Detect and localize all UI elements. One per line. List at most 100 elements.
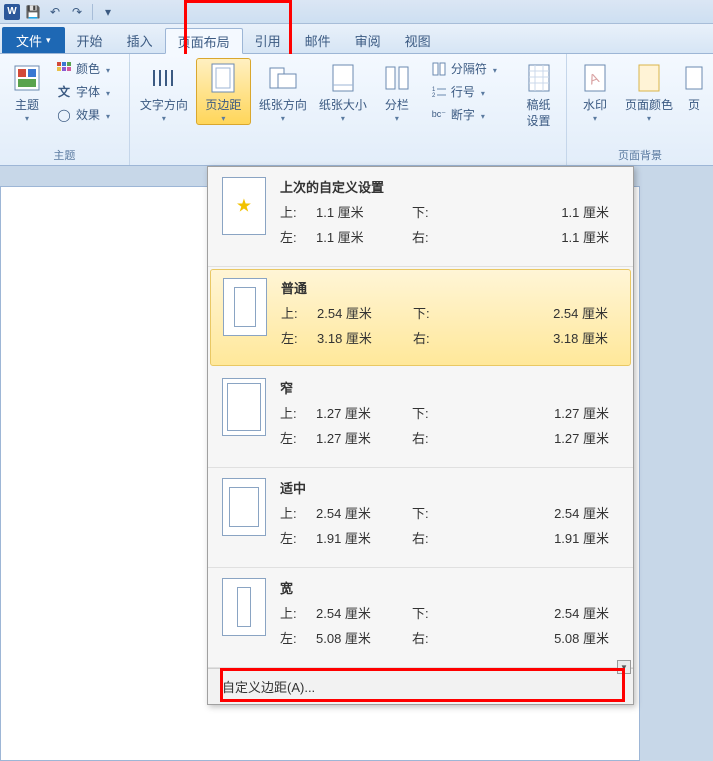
chevron-down-icon	[647, 114, 651, 124]
right-value: 1.1 厘米	[448, 227, 619, 246]
top-value: 2.54 厘米	[317, 303, 413, 322]
chevron-down-icon	[162, 114, 166, 124]
margins-option-title: 宽	[280, 578, 619, 597]
bottom-label: 下:	[412, 603, 448, 622]
bottom-value: 2.54 厘米	[449, 303, 618, 322]
save-button[interactable]: 💾	[24, 3, 42, 21]
bottom-label: 下:	[412, 202, 448, 221]
chevron-down-icon	[593, 114, 597, 124]
left-value: 1.1 厘米	[316, 227, 412, 246]
text-direction-icon	[148, 62, 180, 94]
ribbon: 主题 颜色 文 字体 ◯ 效果 主题	[0, 54, 713, 166]
margins-thumb-icon	[222, 378, 266, 436]
effects-icon: ◯	[56, 107, 72, 123]
margins-thumb-icon	[222, 177, 266, 235]
tab-page-layout[interactable]: 页面布局	[165, 28, 243, 54]
tab-insert[interactable]: 插入	[115, 27, 165, 53]
chevron-down-icon	[395, 114, 399, 124]
chevron-down-icon	[479, 108, 485, 122]
hyphenation-icon: bc⁻	[431, 107, 447, 123]
chevron-down-icon	[341, 114, 345, 124]
manuscript-settings-button[interactable]: 稿纸 设置	[517, 58, 560, 129]
custom-margins-label: 自定义边距(A)...	[222, 680, 315, 695]
theme-effects-button[interactable]: ◯ 效果	[52, 104, 114, 125]
tab-file[interactable]: 文件	[2, 27, 65, 53]
margins-dropdown-panel: 上次的自定义设置上:1.1 厘米下:1.1 厘米左:1.1 厘米右:1.1 厘米…	[207, 166, 634, 705]
top-value: 2.54 厘米	[316, 503, 412, 522]
margins-option-data: 窄上:1.27 厘米下:1.27 厘米左:1.27 厘米右:1.27 厘米	[280, 378, 619, 453]
page-color-button[interactable]: 页面颜色	[621, 58, 677, 124]
group-page-setup: 文字方向 页边距 纸张方向 纸张大小	[130, 54, 511, 165]
margins-option-4[interactable]: 宽上:2.54 厘米下:2.54 厘米左:5.08 厘米右:5.08 厘米	[208, 568, 633, 668]
orientation-button[interactable]: 纸张方向	[255, 58, 311, 124]
themes-button[interactable]: 主题	[6, 58, 48, 124]
orientation-icon	[267, 62, 299, 94]
left-label: 左:	[280, 428, 316, 447]
theme-colors-button[interactable]: 颜色	[52, 58, 114, 79]
qat-customize-dropdown[interactable]: ▾	[99, 3, 117, 21]
chevron-down-icon	[221, 114, 225, 124]
breaks-button[interactable]: 分隔符	[427, 58, 501, 79]
bottom-label: 下:	[412, 503, 448, 522]
top-value: 1.1 厘米	[316, 202, 412, 221]
tab-references[interactable]: 引用	[243, 27, 293, 53]
tab-mailings[interactable]: 邮件	[293, 27, 343, 53]
right-value: 1.27 厘米	[448, 428, 619, 447]
left-label: 左:	[280, 227, 316, 246]
bottom-label: 下:	[412, 403, 448, 422]
left-label: 左:	[281, 328, 317, 347]
left-label: 左:	[280, 528, 316, 547]
themes-label: 主题	[15, 98, 39, 114]
paper-size-button[interactable]: 纸张大小	[315, 58, 371, 124]
left-label: 左:	[280, 628, 316, 647]
margins-option-2[interactable]: 窄上:1.27 厘米下:1.27 厘米左:1.27 厘米右:1.27 厘米	[208, 368, 633, 468]
tab-view[interactable]: 视图	[393, 27, 443, 53]
tab-home[interactable]: 开始	[65, 27, 115, 53]
margins-button[interactable]: 页边距	[196, 58, 251, 125]
margins-option-3[interactable]: 适中上:2.54 厘米下:2.54 厘米左:1.91 厘米右:1.91 厘米	[208, 468, 633, 568]
left-value: 3.18 厘米	[317, 328, 413, 347]
right-value: 1.91 厘米	[448, 528, 619, 547]
chevron-down-icon	[104, 85, 110, 99]
page-color-icon	[633, 62, 665, 94]
hyphenation-button[interactable]: bc⁻ 断字	[427, 104, 501, 125]
page-border-icon	[678, 62, 710, 94]
tab-review[interactable]: 审阅	[343, 27, 393, 53]
margins-option-title: 适中	[280, 478, 619, 497]
bottom-value: 1.27 厘米	[448, 403, 619, 422]
redo-button[interactable]: ↷	[68, 3, 86, 21]
group-theme: 主题 颜色 文 字体 ◯ 效果 主题	[0, 54, 130, 165]
watermark-button[interactable]: A 水印	[573, 58, 617, 124]
left-value: 5.08 厘米	[316, 628, 412, 647]
margins-option-data: 适中上:2.54 厘米下:2.54 厘米左:1.91 厘米右:1.91 厘米	[280, 478, 619, 553]
bottom-value: 2.54 厘米	[448, 603, 619, 622]
palette-icon	[56, 61, 72, 77]
chevron-down-icon	[479, 85, 485, 99]
margins-option-0[interactable]: 上次的自定义设置上:1.1 厘米下:1.1 厘米左:1.1 厘米右:1.1 厘米	[208, 167, 633, 267]
margins-option-1[interactable]: 普通上:2.54 厘米下:2.54 厘米左:3.18 厘米右:3.18 厘米	[210, 269, 631, 366]
custom-margins-menuitem[interactable]: 自定义边距(A)...	[208, 668, 633, 704]
undo-button[interactable]: ↶	[46, 3, 64, 21]
scroll-down-button[interactable]: ▼	[617, 660, 631, 674]
bottom-label: 下:	[413, 303, 449, 322]
group-label-page-bg: 页面背景	[567, 147, 713, 163]
manuscript-icon	[523, 62, 555, 94]
group-label-theme: 主题	[0, 147, 129, 163]
bottom-value: 2.54 厘米	[448, 503, 619, 522]
paper-size-icon	[327, 62, 359, 94]
margins-icon	[207, 62, 239, 94]
word-app-icon: W	[4, 4, 20, 20]
left-value: 1.91 厘米	[316, 528, 412, 547]
page-borders-button-cut[interactable]: 页	[681, 58, 707, 114]
line-numbers-icon: 12	[431, 84, 447, 100]
margins-option-data: 上次的自定义设置上:1.1 厘米下:1.1 厘米左:1.1 厘米右:1.1 厘米	[280, 177, 619, 252]
theme-fonts-button[interactable]: 文 字体	[52, 81, 114, 102]
columns-button[interactable]: 分栏	[375, 58, 419, 124]
text-direction-button[interactable]: 文字方向	[136, 58, 192, 124]
right-label: 右:	[413, 328, 449, 347]
ribbon-tabs: 文件 开始 插入 页面布局 引用 邮件 审阅 视图	[0, 24, 713, 54]
watermark-icon: A	[579, 62, 611, 94]
chevron-down-icon	[104, 62, 110, 76]
bottom-value: 1.1 厘米	[448, 202, 619, 221]
line-numbers-button[interactable]: 12 行号	[427, 81, 501, 102]
